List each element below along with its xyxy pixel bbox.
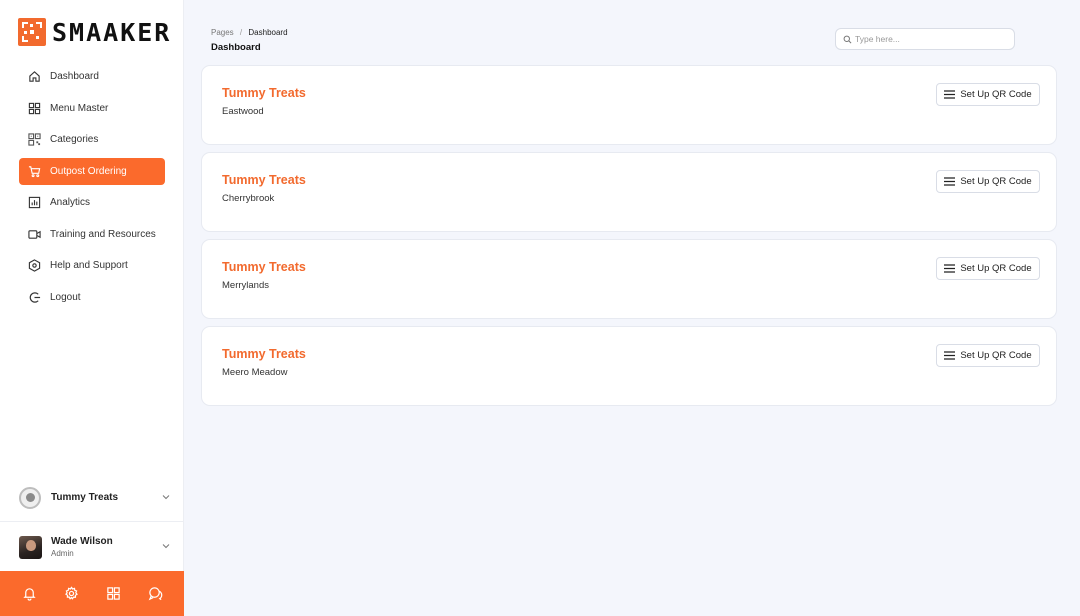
user-info: Wade Wilson Admin: [51, 536, 113, 558]
menu-icon: [944, 90, 956, 99]
home-icon: [28, 70, 41, 83]
button-label: Set Up QR Code: [960, 263, 1032, 274]
sidebar-item-label: Dashboard: [50, 71, 99, 82]
brand-name: SMAAKER: [52, 17, 172, 47]
apps-icon[interactable]: [106, 586, 121, 601]
user-role: Admin: [51, 549, 74, 558]
chevron-down-icon: [162, 495, 170, 500]
breadcrumb: Pages / Dashboard: [211, 28, 288, 37]
chat-icon[interactable]: [148, 586, 163, 601]
outlet-name: Tummy Treats: [222, 347, 306, 361]
search-box[interactable]: [835, 28, 1015, 50]
sidebar-item-categories[interactable]: Categories: [19, 126, 165, 153]
sidebar-item-menu-master[interactable]: Menu Master: [19, 95, 165, 122]
cart-icon: [28, 165, 41, 178]
help-icon: [28, 259, 41, 272]
sidebar-item-training[interactable]: Training and Resources: [19, 221, 165, 248]
button-label: Set Up QR Code: [960, 350, 1032, 361]
sidebar-item-dashboard[interactable]: Dashboard: [19, 63, 165, 90]
page-title: Dashboard: [211, 42, 261, 53]
store-selector[interactable]: Tummy Treats: [19, 485, 175, 510]
setup-qr-code-button[interactable]: Set Up QR Code: [936, 257, 1040, 280]
menu-icon: [944, 264, 956, 273]
bottom-toolbar: [0, 571, 184, 616]
sidebar-item-outpost-ordering[interactable]: Outpost Ordering: [19, 157, 165, 185]
setup-qr-code-button[interactable]: Set Up QR Code: [936, 170, 1040, 193]
sidebar-item-label: Help and Support: [50, 260, 128, 271]
store-avatar: [19, 486, 41, 509]
sidebar-item-label: Training and Resources: [50, 228, 156, 240]
sidebar-item-help[interactable]: Help and Support: [19, 252, 165, 279]
grid-icon: [28, 102, 41, 115]
store-name: Tummy Treats: [51, 492, 119, 503]
qr-icon: [28, 133, 41, 146]
user-profile[interactable]: Wade Wilson Admin: [19, 534, 175, 560]
outlet-location: Meero Meadow: [222, 367, 288, 378]
gear-icon[interactable]: [64, 586, 79, 601]
outlet-card: Tummy Treats Meero Meadow Set Up QR Code: [201, 326, 1057, 406]
chart-icon: [28, 196, 41, 209]
sidebar-item-label: Categories: [50, 134, 99, 145]
brand-logo[interactable]: SMAAKER: [18, 17, 171, 47]
outlet-name: Tummy Treats: [222, 260, 306, 274]
chevron-down-icon: [162, 544, 170, 549]
button-label: Set Up QR Code: [960, 176, 1032, 187]
logout-icon: [28, 291, 41, 304]
outlet-location: Merrylands: [222, 280, 269, 291]
breadcrumb-parent[interactable]: Pages: [211, 28, 234, 37]
setup-qr-code-button[interactable]: Set Up QR Code: [936, 83, 1040, 106]
sidebar-nav: Dashboard Menu Master Categories Outpost…: [19, 63, 165, 315]
bell-icon[interactable]: [22, 586, 37, 601]
outlet-card: Tummy Treats Eastwood Set Up QR Code: [201, 65, 1057, 145]
search-icon: [843, 35, 852, 43]
sidebar-item-label: Analytics: [50, 197, 91, 208]
menu-icon: [944, 177, 956, 186]
sidebar: SMAAKER Dashboard Menu Master Categories…: [0, 0, 184, 616]
sidebar-item-label: Outpost Ordering: [50, 165, 127, 177]
avatar: [19, 535, 42, 559]
outlet-location: Cherrybrook: [222, 193, 275, 204]
sidebar-item-analytics[interactable]: Analytics: [19, 189, 165, 216]
breadcrumb-current: Dashboard: [248, 28, 288, 37]
sidebar-item-logout[interactable]: Logout: [19, 284, 165, 311]
sidebar-item-label: Menu Master: [50, 102, 109, 114]
outlet-card: Tummy Treats Merrylands Set Up QR Code: [201, 239, 1057, 319]
sidebar-item-label: Logout: [50, 291, 81, 303]
logo-qr-icon: [18, 18, 46, 46]
outlet-name: Tummy Treats: [222, 86, 306, 100]
search-input[interactable]: [855, 34, 1005, 44]
menu-icon: [944, 351, 956, 360]
video-icon: [28, 228, 41, 241]
divider: [0, 521, 183, 522]
button-label: Set Up QR Code: [960, 89, 1032, 100]
outlet-card: Tummy Treats Cherrybrook Set Up QR Code: [201, 152, 1057, 232]
user-name: Wade Wilson: [51, 536, 113, 547]
outlet-location: Eastwood: [222, 106, 264, 117]
outlet-name: Tummy Treats: [222, 173, 306, 187]
setup-qr-code-button[interactable]: Set Up QR Code: [936, 344, 1040, 367]
breadcrumb-separator: /: [239, 28, 243, 37]
